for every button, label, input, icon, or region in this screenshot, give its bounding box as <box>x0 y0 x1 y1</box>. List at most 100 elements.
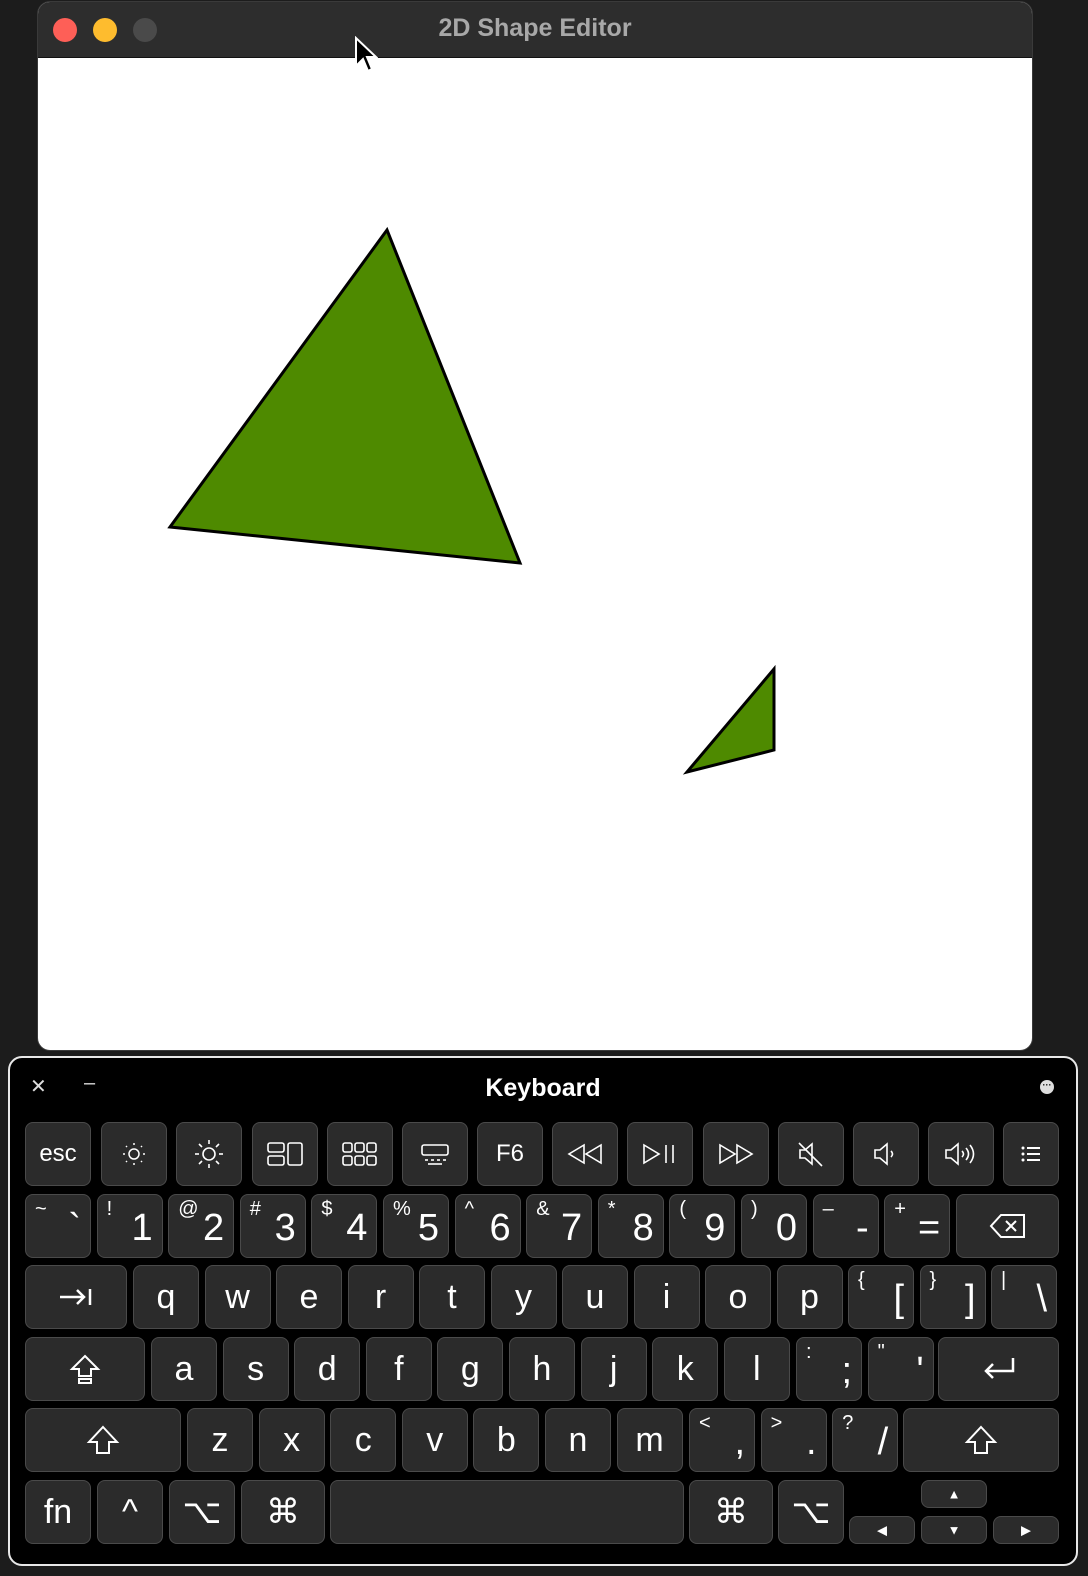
key-y[interactable]: y <box>490 1265 557 1329</box>
key-r[interactable]: r <box>347 1265 414 1329</box>
triangle-shape-small[interactable] <box>682 664 776 775</box>
key-option-right[interactable]: ⌥ <box>778 1480 844 1544</box>
key-o[interactable]: o <box>705 1265 771 1329</box>
key-volume-down[interactable] <box>853 1122 919 1186</box>
key-bracket-2[interactable]: | \ <box>991 1265 1057 1329</box>
key-number-2[interactable]: @2 <box>168 1194 235 1258</box>
key-mission-control[interactable] <box>252 1122 318 1186</box>
key-number-6[interactable]: ^ 6 <box>454 1194 521 1258</box>
key-brightness-up[interactable] <box>176 1122 242 1186</box>
key-punct-1[interactable]: " ' <box>867 1337 934 1401</box>
key-command-right[interactable]: ⌘ <box>689 1480 773 1544</box>
key-number-5[interactable]: % 5 <box>383 1194 449 1258</box>
key-brightness-down[interactable] <box>101 1122 167 1186</box>
key-z-label: z <box>211 1421 229 1459</box>
key-number-8-shift-label: * <box>607 1198 616 1220</box>
key-d[interactable]: d <box>294 1337 361 1401</box>
key-control[interactable]: ^ <box>97 1480 163 1544</box>
key-number-12[interactable]: + = <box>884 1194 951 1258</box>
key-arrow-up[interactable]: ▲ <box>921 1480 987 1508</box>
key-command-left[interactable]: ⌘ <box>241 1480 325 1544</box>
key-arrow-down[interactable]: ▼ <box>921 1516 987 1544</box>
key-u[interactable]: u <box>562 1265 628 1329</box>
key-esc-label: esc <box>39 1140 77 1167</box>
key-g[interactable]: g <box>437 1337 504 1401</box>
key-rewind[interactable] <box>552 1122 618 1186</box>
key-punct2-0[interactable]: <, <box>689 1408 755 1472</box>
key-arrow-left[interactable]: ◀ <box>849 1516 915 1544</box>
key-o-label: o <box>728 1278 748 1316</box>
key-fast-forward[interactable] <box>703 1122 769 1186</box>
key-shift-left[interactable] <box>25 1408 181 1472</box>
key-i[interactable]: i <box>633 1265 700 1329</box>
key-w[interactable]: w <box>204 1265 271 1329</box>
key-s-label: s <box>247 1350 265 1388</box>
key-list[interactable] <box>1003 1122 1059 1186</box>
key-bracket-2-shift-label: | <box>1001 1269 1007 1291</box>
shift-icon <box>86 1425 120 1454</box>
key-number-4[interactable]: $4 <box>311 1194 378 1258</box>
option-icon: ⌥ <box>182 1493 222 1531</box>
key-volume-up[interactable] <box>928 1122 994 1186</box>
key-bracket-1[interactable]: }] <box>919 1265 986 1329</box>
key-bracket-0[interactable]: {[ <box>848 1265 914 1329</box>
key-p[interactable]: p <box>776 1265 843 1329</box>
key-number-1[interactable]: ! 1 <box>96 1194 163 1258</box>
key-number-5-shift-label: % <box>393 1198 411 1220</box>
key-option-left[interactable]: ⌥ <box>169 1480 235 1544</box>
drawing-canvas[interactable] <box>38 58 1032 1050</box>
key-v[interactable]: v <box>401 1408 468 1472</box>
key-a-label: a <box>174 1350 194 1388</box>
more-options-icon[interactable]: ··· <box>1040 1080 1054 1094</box>
key-punct2-2[interactable]: ? / <box>832 1408 899 1472</box>
key-esc[interactable]: esc <box>25 1122 91 1186</box>
key-s[interactable]: s <box>222 1337 289 1401</box>
key-number-7[interactable]: & 7 <box>526 1194 593 1258</box>
key-punct2-1[interactable]: >. <box>760 1408 827 1472</box>
key-q[interactable]: q <box>133 1265 199 1329</box>
key-l[interactable]: l <box>723 1337 790 1401</box>
key-fn[interactable]: fn <box>25 1480 91 1544</box>
key-tab[interactable] <box>25 1265 127 1329</box>
key-a[interactable]: a <box>151 1337 217 1401</box>
key-m[interactable]: m <box>616 1408 683 1472</box>
key-i-label: i <box>662 1278 671 1316</box>
key-k[interactable]: k <box>652 1337 719 1401</box>
control-icon: ^ <box>122 1493 138 1531</box>
triangle-shape-large[interactable] <box>167 226 523 565</box>
arrow-up-icon: ▲ <box>947 1486 961 1502</box>
key-j[interactable]: j <box>580 1337 647 1401</box>
key-number-8[interactable]: * 8 <box>597 1194 664 1258</box>
key-t[interactable]: t <box>419 1265 485 1329</box>
key-keyboard-backlight[interactable] <box>402 1122 468 1186</box>
title-bar[interactable]: 2D Shape Editor <box>38 2 1032 58</box>
key-c[interactable]: c <box>330 1408 397 1472</box>
rewind-icon <box>567 1143 602 1165</box>
key-x[interactable]: x <box>258 1408 325 1472</box>
key-z[interactable]: z <box>187 1408 253 1472</box>
key-number-9[interactable]: (9 <box>669 1194 736 1258</box>
key-e[interactable]: e <box>276 1265 342 1329</box>
key-space[interactable] <box>330 1480 684 1544</box>
key-b[interactable]: b <box>473 1408 540 1472</box>
key-punct-0[interactable]: :; <box>796 1337 862 1401</box>
key-f[interactable]: f <box>365 1337 432 1401</box>
key-h[interactable]: h <box>509 1337 575 1401</box>
key-return[interactable] <box>938 1337 1059 1401</box>
key-p-label: p <box>800 1278 819 1316</box>
key-launchpad[interactable] <box>327 1122 393 1186</box>
key-arrow-right[interactable]: ▶ <box>993 1516 1059 1544</box>
key-number-10[interactable]: ) 0 <box>741 1194 807 1258</box>
key-shift-right[interactable] <box>903 1408 1059 1472</box>
key-play-pause[interactable] <box>627 1122 693 1186</box>
key-number-3-main-label: 3 <box>274 1207 296 1249</box>
key-delete[interactable] <box>956 1194 1059 1258</box>
key-number-9-shift-label: ( <box>679 1198 687 1220</box>
key-number-3[interactable]: #3 <box>239 1194 306 1258</box>
key-f6[interactable]: F6 <box>477 1122 543 1186</box>
key-mute[interactable] <box>778 1122 844 1186</box>
key-caps-lock[interactable] <box>25 1337 145 1401</box>
key-number-11[interactable]: – - <box>812 1194 879 1258</box>
key-number-0[interactable]: ~ ` <box>25 1194 91 1258</box>
key-n[interactable]: n <box>545 1408 611 1472</box>
